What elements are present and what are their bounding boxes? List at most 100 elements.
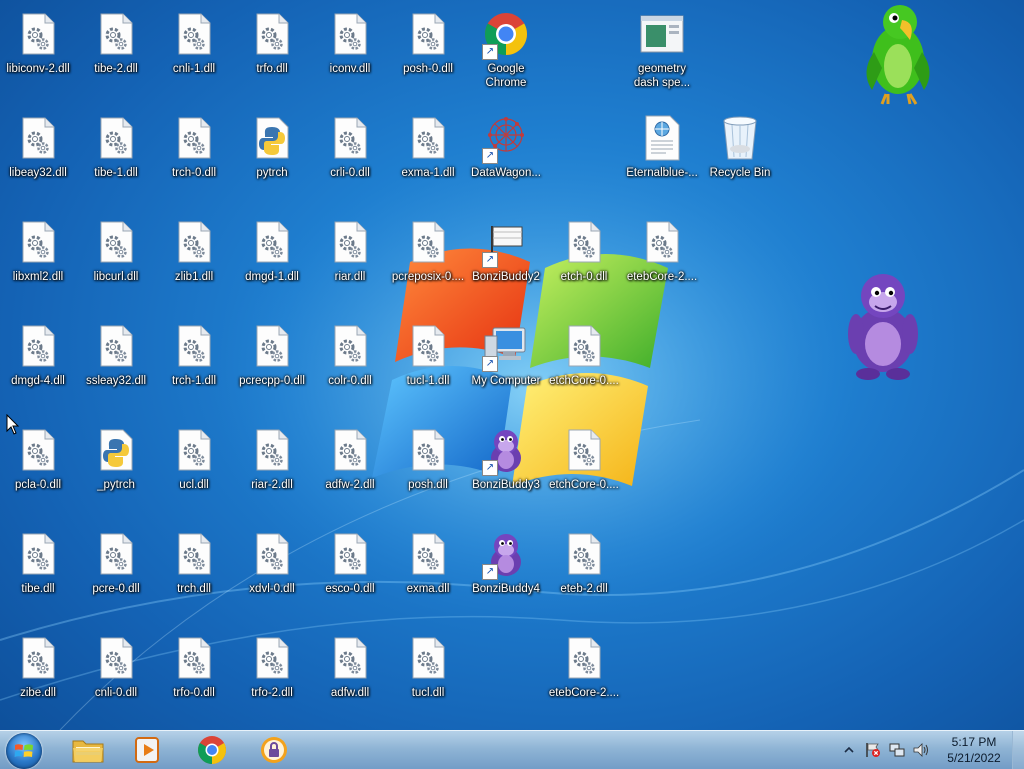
dll-icon <box>14 114 62 162</box>
dll-icon <box>248 218 296 266</box>
desktop-icon[interactable]: Recycle Bin <box>701 106 779 196</box>
desktop-icon[interactable]: posh.dll <box>389 418 467 508</box>
desktop-icon[interactable]: tibe-2.dll <box>77 2 155 92</box>
desktop-icon[interactable]: dmgd-4.dll <box>0 314 77 404</box>
desktop-icon[interactable]: trfo-2.dll <box>233 626 311 716</box>
shortcut-arrow-icon: ↗ <box>482 44 498 60</box>
desktop-icon[interactable]: xdvl-0.dll <box>233 522 311 612</box>
desktop-icon[interactable]: tibe-1.dll <box>77 106 155 196</box>
clock-time: 5:17 PM <box>951 735 997 749</box>
desktop-icon-label: posh.dll <box>408 479 448 491</box>
desktop-icon[interactable]: ↗ DataWagon... <box>467 106 545 196</box>
desktop[interactable]: libiconv-2.dll tibe-2.dll cnli-1.dll trfo.d… <box>0 0 1024 730</box>
desktop-icon[interactable]: Eternalblue-... <box>623 106 701 196</box>
desktop-icon[interactable]: zlib1.dll <box>155 210 233 300</box>
shortcut-arrow-icon: ↗ <box>482 356 498 372</box>
desktop-icon[interactable]: ↗ My Computer <box>467 314 545 404</box>
start-button[interactable] <box>6 733 42 769</box>
desktop-icon[interactable]: etchCore-0.... <box>545 314 623 404</box>
taskbar-media-player[interactable] <box>120 732 176 768</box>
desktop-icon[interactable]: tucl.dll <box>389 626 467 716</box>
desktop-icon[interactable]: riar.dll <box>311 210 389 300</box>
desktop-icon[interactable]: dmgd-1.dll <box>233 210 311 300</box>
desktop-icon[interactable]: eteb-2.dll <box>545 522 623 612</box>
desktop-icon[interactable]: pcrecpp-0.dll <box>233 314 311 404</box>
bonzibuddy-character[interactable] <box>840 268 926 382</box>
dll-icon <box>560 634 608 682</box>
desktop-icon[interactable]: etebCore-2.... <box>623 210 701 300</box>
desktop-icon-label: My Computer <box>471 375 541 387</box>
desktop-icon[interactable]: ssleay32.dll <box>77 314 155 404</box>
desktop-icon[interactable]: tibe.dll <box>0 522 77 612</box>
desktop-icon[interactable]: etch-0.dll <box>545 210 623 300</box>
desktop-icon-label: tibe-1.dll <box>94 167 138 179</box>
desktop-icon[interactable]: cnli-0.dll <box>77 626 155 716</box>
taskbar-security-app[interactable] <box>246 732 302 768</box>
show-desktop-button[interactable] <box>1012 731 1024 769</box>
action-center-flag-icon[interactable] <box>864 741 882 759</box>
desktop-icon[interactable]: riar-2.dll <box>233 418 311 508</box>
desktop-icon[interactable]: geometry dash spe... <box>623 2 701 92</box>
desktop-icon[interactable]: adfw-2.dll <box>311 418 389 508</box>
desktop-icon[interactable]: etebCore-2.... <box>545 626 623 716</box>
network-icon[interactable] <box>888 741 906 759</box>
desktop-icon[interactable]: ucl.dll <box>155 418 233 508</box>
parrot-character[interactable] <box>858 2 938 106</box>
desktop-icon[interactable]: trfo-0.dll <box>155 626 233 716</box>
dll-icon <box>326 634 374 682</box>
taskbar-clock[interactable]: 5:17 PM 5/21/2022 <box>928 734 1020 766</box>
desktop-icon-label: tibe.dll <box>21 583 55 595</box>
desktop-icon[interactable]: etchCore-0.... <box>545 418 623 508</box>
desktop-icon-label: eteb-2.dll <box>560 583 608 595</box>
show-hidden-icons-icon[interactable] <box>842 743 856 757</box>
desktop-icon[interactable]: libeay32.dll <box>0 106 77 196</box>
desktop-icon[interactable]: crli-0.dll <box>311 106 389 196</box>
taskbar-google-chrome[interactable] <box>184 732 240 768</box>
dll-icon <box>560 218 608 266</box>
desktop-icon[interactable]: _pytrch <box>77 418 155 508</box>
desktop-icon[interactable]: ↗ BonziBuddy3 <box>467 418 545 508</box>
dll-icon <box>404 634 452 682</box>
desktop-icon-label: pytrch <box>256 167 288 179</box>
desktop-icon[interactable]: exma-1.dll <box>389 106 467 196</box>
desktop-icon[interactable]: adfw.dll <box>311 626 389 716</box>
desktop-icon[interactable]: esco-0.dll <box>311 522 389 612</box>
desktop-icon[interactable]: trch.dll <box>155 522 233 612</box>
desktop-icon[interactable]: pytrch <box>233 106 311 196</box>
taskbar-file-explorer[interactable] <box>60 732 116 768</box>
desktop-icon[interactable]: trch-0.dll <box>155 106 233 196</box>
desktop-icon[interactable]: zibe.dll <box>0 626 77 716</box>
desktop-icon-label: trfo-2.dll <box>251 687 293 699</box>
taskbar: 5:17 PM 5/21/2022 <box>0 730 1024 769</box>
desktop-icon[interactable]: ↗ Google Chrome <box>467 2 545 92</box>
media-player-icon <box>135 737 159 763</box>
desktop-icon-label: geometry dash spe... <box>633 63 691 89</box>
desktop-icon-label: BonziBuddy2 <box>472 271 540 283</box>
desktop-icon[interactable]: trch-1.dll <box>155 314 233 404</box>
desktop-icon-label: posh-0.dll <box>403 63 453 75</box>
desktop-icon[interactable]: colr-0.dll <box>311 314 389 404</box>
dll-icon <box>14 10 62 58</box>
desktop-icon[interactable]: pcreposix-0.... <box>389 210 467 300</box>
desktop-icon-label: pcla-0.dll <box>14 479 62 491</box>
desktop-icon-label: Recycle Bin <box>709 167 771 179</box>
desktop-icon[interactable]: ↗ BonziBuddy2 <box>467 210 545 300</box>
desktop-icon[interactable]: pcre-0.dll <box>77 522 155 612</box>
system-tray <box>842 731 930 769</box>
desktop-icon[interactable]: exma.dll <box>389 522 467 612</box>
desktop-icon[interactable]: tucl-1.dll <box>389 314 467 404</box>
desktop-icon[interactable]: posh-0.dll <box>389 2 467 92</box>
desktop-icon[interactable]: libcurl.dll <box>77 210 155 300</box>
desktop-icon[interactable]: ↗ BonziBuddy4 <box>467 522 545 612</box>
dll-icon <box>638 218 686 266</box>
dll-icon <box>92 634 140 682</box>
desktop-icon-label: iconv.dll <box>329 63 371 75</box>
dll-icon <box>560 530 608 578</box>
desktop-icon[interactable]: cnli-1.dll <box>155 2 233 92</box>
desktop-icon[interactable]: iconv.dll <box>311 2 389 92</box>
desktop-icon[interactable]: libxml2.dll <box>0 210 77 300</box>
desktop-icon[interactable]: libiconv-2.dll <box>0 2 77 92</box>
desktop-icon[interactable]: trfo.dll <box>233 2 311 92</box>
desktop-icon-label: DataWagon... <box>471 167 541 179</box>
dll-icon <box>14 218 62 266</box>
